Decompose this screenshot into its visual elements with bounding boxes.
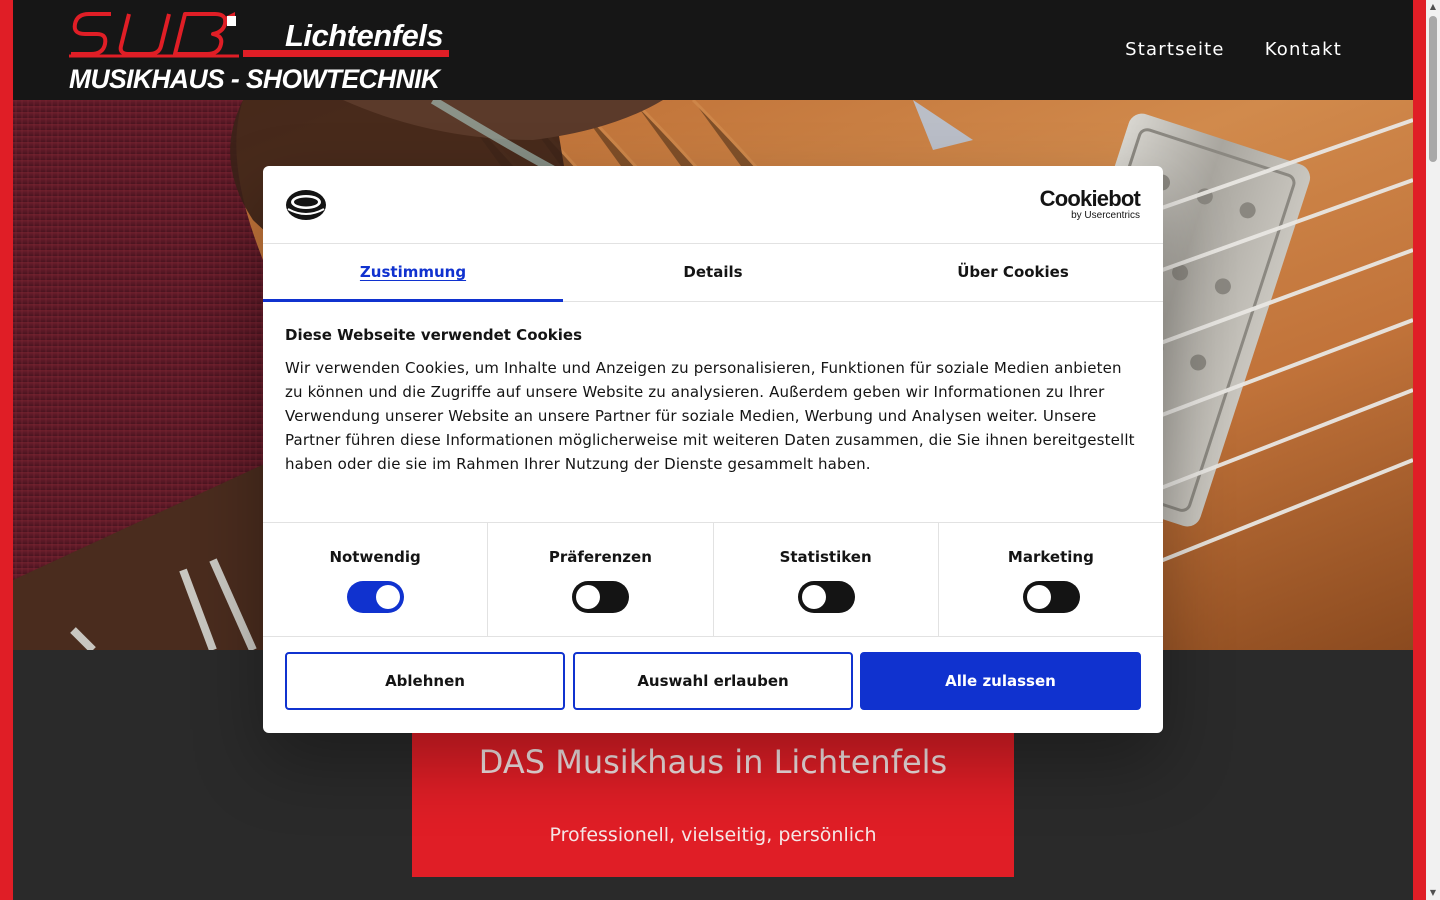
- cookie-dialog-title: Diese Webseite verwendet Cookies: [285, 326, 583, 344]
- category-statistiken: Statistiken: [714, 523, 939, 636]
- category-marketing: Marketing: [939, 523, 1163, 636]
- toggle-marketing[interactable]: [1022, 581, 1080, 613]
- cookie-category-toggles: Notwendig Präferenzen Statistiken Market…: [263, 522, 1163, 637]
- cookiebot-brand[interactable]: Cookiebot by Usercentrics: [1039, 186, 1141, 222]
- cookie-dialog-tabs: Zustimmung Details Über Cookies: [263, 244, 1163, 302]
- scroll-up-arrow-icon[interactable]: ▲: [1426, 0, 1440, 14]
- deny-button[interactable]: Ablehnen: [285, 652, 565, 710]
- cookie-dialog-body: Diese Webseite verwendet Cookies Wir ver…: [285, 324, 1141, 476]
- cookie-dialog: Cookiebot by Usercentrics Zustimmung Det…: [263, 166, 1163, 733]
- scrollbar-thumb[interactable]: [1429, 16, 1437, 162]
- toggle-knob: [801, 585, 826, 609]
- cookiebot-brand-name: Cookiebot: [1039, 186, 1141, 211]
- allow-all-button[interactable]: Alle zulassen: [860, 652, 1141, 710]
- category-label: Marketing: [1007, 548, 1094, 566]
- allow-selection-button[interactable]: Auswahl erlauben: [573, 652, 853, 710]
- toggle-statistiken[interactable]: [797, 581, 855, 613]
- tab-ueber-cookies[interactable]: Über Cookies: [863, 244, 1163, 301]
- scroll-down-arrow-icon[interactable]: ▼: [1426, 886, 1440, 900]
- tab-details[interactable]: Details: [563, 244, 863, 301]
- category-label: Statistiken: [779, 548, 872, 566]
- toggle-notwendig[interactable]: [347, 581, 405, 613]
- cookiebot-brand-sub: by Usercentrics: [1071, 210, 1140, 221]
- category-notwendig: Notwendig: [263, 523, 489, 636]
- cookie-logo-icon: [286, 190, 326, 220]
- cookie-dialog-text: Wir verwenden Cookies, um Inhalte und An…: [285, 359, 1135, 473]
- toggle-knob: [576, 585, 601, 609]
- category-praeferenzen: Präferenzen: [488, 523, 714, 636]
- category-label: Präferenzen: [548, 548, 652, 566]
- cookie-dialog-buttons: Ablehnen Auswahl erlauben Alle zulassen: [285, 652, 1141, 710]
- toggle-knob: [376, 585, 401, 609]
- tab-zustimmung[interactable]: Zustimmung: [263, 244, 563, 302]
- cookie-dialog-header: Cookiebot by Usercentrics: [263, 166, 1163, 244]
- category-label: Notwendig: [329, 548, 421, 566]
- toggle-praeferenzen[interactable]: [572, 581, 630, 613]
- page: Lichtenfels MUSIKHAUS - SHOWTECHNIK Star…: [0, 0, 1440, 900]
- scrollbar[interactable]: ▲ ▼: [1426, 0, 1440, 900]
- toggle-knob: [1026, 585, 1051, 609]
